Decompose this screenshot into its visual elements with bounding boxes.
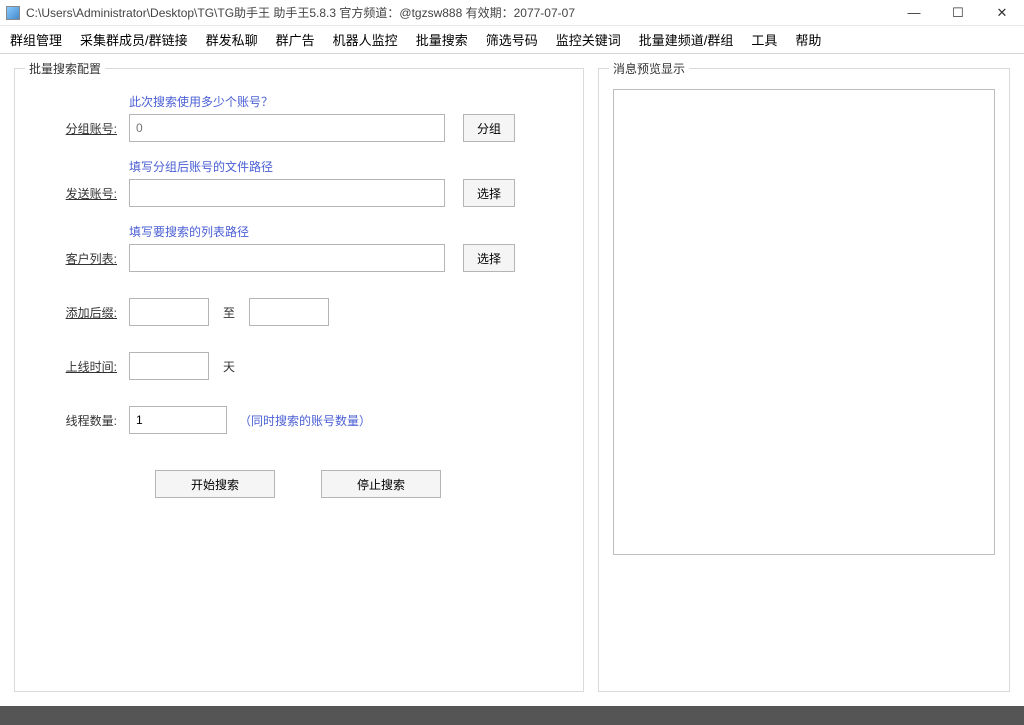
row-threads: 线程数量: （同时搜索的账号数量） (29, 406, 569, 434)
send-account-input[interactable] (129, 179, 445, 207)
row-group-account: 分组账号: 分组 (29, 114, 569, 142)
preview-title: 消息预览显示 (609, 60, 689, 77)
menu-keyword-monitor[interactable]: 监控关键词 (556, 30, 621, 49)
online-time-input[interactable] (129, 352, 209, 380)
label-group-account: 分组账号: (29, 120, 129, 137)
row-suffix: 添加后缀: 至 (29, 298, 569, 326)
label-threads: 线程数量: (29, 412, 129, 429)
suffix-to-label: 至 (223, 304, 235, 321)
select-send-button[interactable]: 选择 (463, 179, 515, 207)
suffix-to-input[interactable] (249, 298, 329, 326)
label-suffix: 添加后缀: (29, 304, 129, 321)
label-customer-list: 客户列表: (29, 250, 129, 267)
stop-search-button[interactable]: 停止搜索 (321, 470, 441, 498)
row-online-time: 上线时间: 天 (29, 352, 569, 380)
label-send-account: 发送账号: (29, 185, 129, 202)
menu-tools[interactable]: 工具 (751, 30, 777, 49)
app-window: C:\Users\Administrator\Desktop\TG\TG助手王 … (0, 0, 1024, 706)
hint-list-path: 填写要搜索的列表路径 (129, 223, 569, 240)
titlebar: C:\Users\Administrator\Desktop\TG\TG助手王 … (0, 0, 1024, 26)
row-send-account: 发送账号: 选择 (29, 179, 569, 207)
menu-bulk-search[interactable]: 批量搜索 (416, 30, 468, 49)
preview-panel: 消息预览显示 (598, 68, 1010, 692)
menu-bulk-create[interactable]: 批量建频道/群组 (639, 30, 734, 49)
content-area: 批量搜索配置 此次搜索使用多少个账号？ 分组账号: 分组 填写分组后账号的文件路… (0, 54, 1024, 706)
select-list-button[interactable]: 选择 (463, 244, 515, 272)
threads-input[interactable] (129, 406, 227, 434)
menu-bot-monitor[interactable]: 机器人监控 (333, 30, 398, 49)
menu-filter-numbers[interactable]: 筛选号码 (486, 30, 538, 49)
menu-group-ads[interactable]: 群广告 (276, 30, 315, 49)
minimize-button[interactable]: — (892, 0, 936, 25)
search-config-panel: 批量搜索配置 此次搜索使用多少个账号？ 分组账号: 分组 填写分组后账号的文件路… (14, 68, 584, 692)
titlebar-text: C:\Users\Administrator\Desktop\TG\TG助手王 … (26, 4, 892, 21)
menu-collect-members[interactable]: 采集群成员/群链接 (80, 30, 188, 49)
online-time-unit: 天 (223, 358, 235, 375)
menu-help[interactable]: 帮助 (795, 30, 821, 49)
group-button[interactable]: 分组 (463, 114, 515, 142)
preview-box[interactable] (613, 89, 995, 555)
customer-list-input[interactable] (129, 244, 445, 272)
window-controls: — ☐ ✕ (892, 0, 1024, 25)
hint-file-path: 填写分组后账号的文件路径 (129, 158, 569, 175)
start-search-button[interactable]: 开始搜索 (155, 470, 275, 498)
row-customer-list: 客户列表: 选择 (29, 244, 569, 272)
menu-group-manage[interactable]: 群组管理 (10, 30, 62, 49)
hint-accounts: 此次搜索使用多少个账号？ (129, 93, 569, 110)
maximize-button[interactable]: ☐ (936, 0, 980, 25)
suffix-from-input[interactable] (129, 298, 209, 326)
app-icon (6, 6, 20, 20)
group-account-input[interactable] (129, 114, 445, 142)
close-button[interactable]: ✕ (980, 0, 1024, 25)
action-row: 开始搜索 停止搜索 (155, 470, 569, 498)
menu-mass-dm[interactable]: 群发私聊 (206, 30, 258, 49)
threads-note: （同时搜索的账号数量） (239, 412, 371, 429)
menubar: 群组管理 采集群成员/群链接 群发私聊 群广告 机器人监控 批量搜索 筛选号码 … (0, 26, 1024, 54)
search-config-title: 批量搜索配置 (25, 60, 105, 77)
label-online-time: 上线时间: (29, 358, 129, 375)
